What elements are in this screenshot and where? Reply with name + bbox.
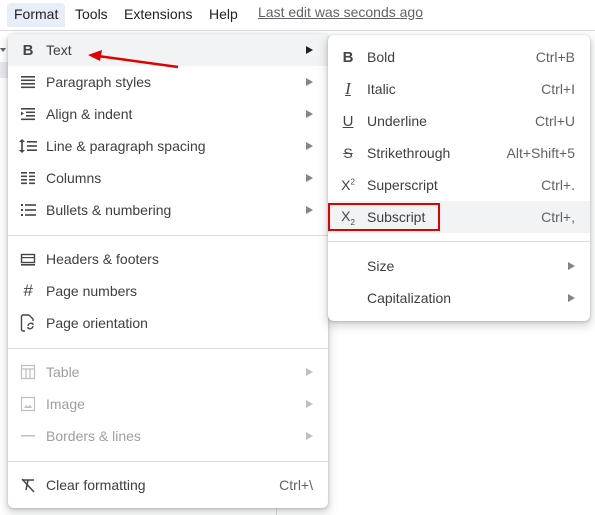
- underline-icon: U: [342, 112, 354, 130]
- menubar: Format Tools Extensions Help Last edit w…: [0, 0, 595, 29]
- menu-item-table: Table: [8, 356, 328, 388]
- menu-item-label: Page orientation: [46, 315, 148, 331]
- menu-separator: [8, 235, 328, 236]
- shortcut-label: Ctrl+\: [279, 477, 313, 493]
- toolbar-divider: [0, 30, 595, 31]
- submenu-arrow-icon: [306, 174, 313, 182]
- submenu-item-italic[interactable]: I Italic Ctrl+I: [328, 73, 590, 105]
- bullets-icon: [18, 200, 38, 220]
- menu-item-image: Image: [8, 388, 328, 420]
- line-spacing-icon: [18, 136, 38, 156]
- menu-item-label: Columns: [46, 170, 102, 186]
- menu-item-label: Table: [46, 364, 80, 380]
- submenu-arrow-icon: [306, 400, 313, 408]
- image-icon: [18, 394, 38, 414]
- menu-extensions[interactable]: Extensions: [117, 3, 199, 27]
- submenu-item-bold[interactable]: B Bold Ctrl+B: [328, 41, 590, 73]
- bold-icon: B: [22, 41, 34, 59]
- submenu-arrow-icon: [306, 368, 313, 376]
- menu-item-columns[interactable]: Columns: [8, 162, 328, 194]
- ruler-edge: [0, 62, 8, 78]
- submenu-arrow-icon: [306, 142, 313, 150]
- menu-item-label: Line & paragraph spacing: [46, 138, 206, 154]
- menu-item-label: Clear formatting: [46, 477, 146, 493]
- columns-icon: [18, 168, 38, 188]
- menu-separator: [8, 348, 328, 349]
- shortcut-label: Ctrl+U: [534, 113, 575, 129]
- menu-item-page-orientation[interactable]: Page orientation: [8, 307, 328, 339]
- menu-item-label: Italic: [367, 81, 396, 97]
- clear-formatting-icon: [18, 475, 38, 495]
- menu-format[interactable]: Format: [7, 3, 66, 27]
- menu-item-label: Headers & footers: [46, 251, 159, 267]
- hash-icon: #: [23, 281, 33, 300]
- menu-item-label: Text: [46, 42, 72, 58]
- menu-separator: [328, 241, 590, 242]
- page-orientation-icon: [18, 313, 38, 333]
- submenu-item-strikethrough[interactable]: S Strikethrough Alt+Shift+5: [328, 137, 590, 169]
- shortcut-label: Alt+Shift+5: [506, 145, 576, 161]
- menu-item-label: Strikethrough: [367, 145, 451, 161]
- menu-item-label: Image: [46, 396, 85, 412]
- menu-item-text[interactable]: B Text: [8, 34, 328, 66]
- submenu-item-capitalization[interactable]: Capitalization: [328, 282, 590, 314]
- submenu-item-underline[interactable]: U Underline Ctrl+U: [328, 105, 590, 137]
- shortcut-label: Ctrl+B: [535, 49, 575, 65]
- shortcut-label: Ctrl+I: [541, 81, 575, 97]
- submenu-arrow-icon: [306, 110, 313, 118]
- strikethrough-icon: S: [343, 145, 353, 161]
- bold-icon: B: [342, 48, 354, 66]
- menu-item-line-spacing[interactable]: Line & paragraph spacing: [8, 130, 328, 162]
- last-edit-link[interactable]: Last edit was seconds ago: [258, 4, 423, 20]
- submenu-item-size[interactable]: Size: [328, 250, 590, 282]
- menu-item-label: Underline: [367, 113, 427, 129]
- text-submenu: B Bold Ctrl+B I Italic Ctrl+I U Underlin…: [328, 35, 590, 321]
- menu-item-label: Paragraph styles: [46, 74, 152, 90]
- headers-footers-icon: [18, 249, 38, 269]
- submenu-item-superscript[interactable]: X2 Superscript Ctrl+.: [328, 169, 590, 201]
- submenu-arrow-icon: [306, 46, 313, 54]
- menu-item-align-indent[interactable]: Align & indent: [8, 98, 328, 130]
- menu-item-bullets-numbering[interactable]: Bullets & numbering: [8, 194, 328, 226]
- menu-item-page-numbers[interactable]: # Page numbers: [8, 275, 328, 307]
- menu-item-clear-formatting[interactable]: Clear formatting Ctrl+\: [8, 469, 328, 501]
- submenu-arrow-icon: [306, 432, 313, 440]
- menu-item-label: Capitalization: [367, 290, 452, 306]
- menu-item-label: Align & indent: [46, 106, 133, 122]
- submenu-arrow-icon: [306, 78, 313, 86]
- menu-item-label: Bold: [367, 49, 396, 65]
- menu-item-label: Size: [367, 258, 395, 274]
- menu-tools[interactable]: Tools: [68, 3, 115, 27]
- menu-item-paragraph-styles[interactable]: Paragraph styles: [8, 66, 328, 98]
- superscript-icon: X2: [341, 177, 355, 193]
- submenu-arrow-icon: [568, 294, 575, 302]
- subscript-highlight-box: [328, 203, 440, 231]
- borders-lines-icon: [18, 426, 38, 446]
- align-indent-icon: [18, 104, 38, 124]
- menu-item-label: Superscript: [367, 177, 438, 193]
- toolbar-dropdown-icon: [0, 48, 6, 52]
- menu-item-label: Borders & lines: [46, 428, 141, 444]
- shortcut-label: Ctrl+,: [541, 209, 575, 225]
- table-icon: [18, 362, 38, 382]
- submenu-arrow-icon: [568, 262, 575, 270]
- shortcut-label: Ctrl+.: [541, 177, 575, 193]
- menu-separator: [8, 461, 328, 462]
- submenu-arrow-icon: [306, 206, 313, 214]
- menu-item-label: Page numbers: [46, 283, 138, 299]
- paragraph-styles-icon: [18, 72, 38, 92]
- menu-item-label: Bullets & numbering: [46, 202, 172, 218]
- menu-item-headers-footers[interactable]: Headers & footers: [8, 243, 328, 275]
- menu-help[interactable]: Help: [202, 3, 245, 27]
- menu-item-borders-lines: Borders & lines: [8, 420, 328, 452]
- format-menu: B Text Paragraph styles Align & indent L…: [8, 34, 328, 508]
- italic-icon: I: [345, 79, 351, 98]
